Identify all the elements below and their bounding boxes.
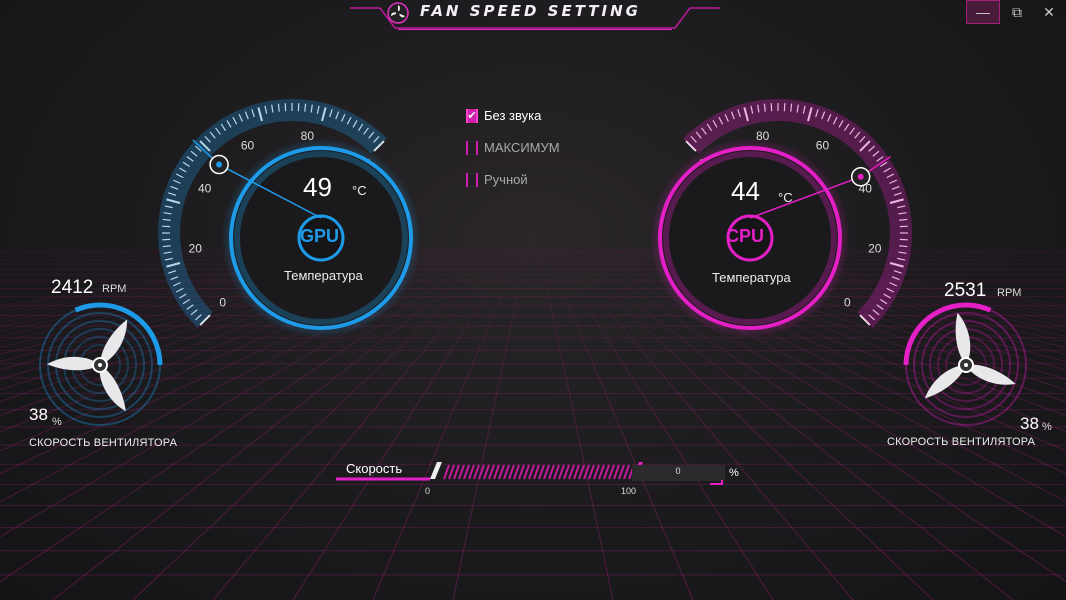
max-checkbox[interactable]	[466, 140, 478, 155]
cpu-fan-rpm-unit: RPM	[997, 287, 1022, 299]
gpu-fan-percent: 38	[29, 405, 48, 424]
mode-option-label: МАКСИМУМ	[484, 140, 560, 155]
slider-min-label: 0	[425, 486, 431, 496]
mode-option-manual[interactable]: Ручной	[466, 172, 528, 187]
cpu-fan-percent-unit: %	[1042, 421, 1052, 433]
mode-option-label: Без звука	[484, 108, 542, 123]
cpu-tick-label: 0	[844, 295, 851, 309]
gpu-tick-label: 40	[198, 182, 212, 196]
cpu-fan-label: СКОРОСТЬ ВЕНТИЛЯТОРА	[887, 436, 1036, 448]
gpu-fan-label: СКОРОСТЬ ВЕНТИЛЯТОРА	[29, 437, 178, 449]
gpu-temperature-value: 49	[303, 172, 332, 202]
gpu-tick-label: 20	[189, 241, 203, 255]
cpu-tick-label: 20	[868, 241, 882, 255]
speed-value-field[interactable]: 0	[660, 466, 696, 476]
cpu-temperature-unit: °C	[778, 190, 793, 205]
cpu-fan-rpm: 2531	[944, 280, 987, 301]
maximize-button[interactable]: ⧉	[1000, 0, 1034, 24]
gpu-fan-rpm: 2412	[51, 277, 94, 298]
gpu-chip-label: GPU	[300, 226, 340, 246]
cpu-temperature-label: Температура	[712, 270, 791, 285]
manual-checkbox[interactable]	[466, 172, 478, 187]
gpu-tick-label: 60	[241, 139, 255, 153]
cpu-chip-label: CPU	[726, 226, 765, 246]
mode-option-silent[interactable]: ✔ Без звука	[466, 108, 541, 123]
speed-unit: %	[729, 467, 739, 479]
slider-thumb[interactable]	[430, 462, 442, 479]
minimize-icon: —	[976, 4, 990, 20]
close-icon: ✕	[1043, 3, 1055, 20]
silent-checkbox[interactable]: ✔	[466, 108, 478, 123]
window-title: Fan Speed Setting	[420, 2, 641, 20]
mode-option-max[interactable]: МАКСИМУМ	[466, 140, 560, 155]
cpu-temperature-value: 44	[731, 176, 760, 206]
mode-option-label: Ручной	[484, 172, 528, 187]
cpu-fan-percent: 38	[1020, 414, 1039, 433]
gpu-fan-widget	[39, 302, 163, 426]
fan-logo-icon	[387, 2, 409, 24]
minimize-button[interactable]: —	[966, 0, 1000, 24]
cpu-tick-label: 60	[816, 139, 830, 153]
maximize-icon: ⧉	[1012, 3, 1022, 20]
gpu-tick-label: 0	[219, 295, 226, 309]
gpu-temperature-unit: °C	[352, 183, 367, 198]
cpu-fan-widget	[903, 302, 1027, 426]
gpu-fan-rpm-unit: RPM	[102, 283, 127, 295]
cpu-gauge: 020406080100	[650, 99, 912, 338]
gpu-gauge: 020406080100	[158, 99, 421, 338]
checkmark-icon: ✔	[467, 110, 477, 122]
close-button[interactable]: ✕	[1032, 0, 1066, 24]
slider-max-label: 100	[621, 486, 637, 496]
gpu-temperature-label: Температура	[284, 268, 363, 283]
gpu-fan-percent-unit: %	[52, 416, 62, 428]
